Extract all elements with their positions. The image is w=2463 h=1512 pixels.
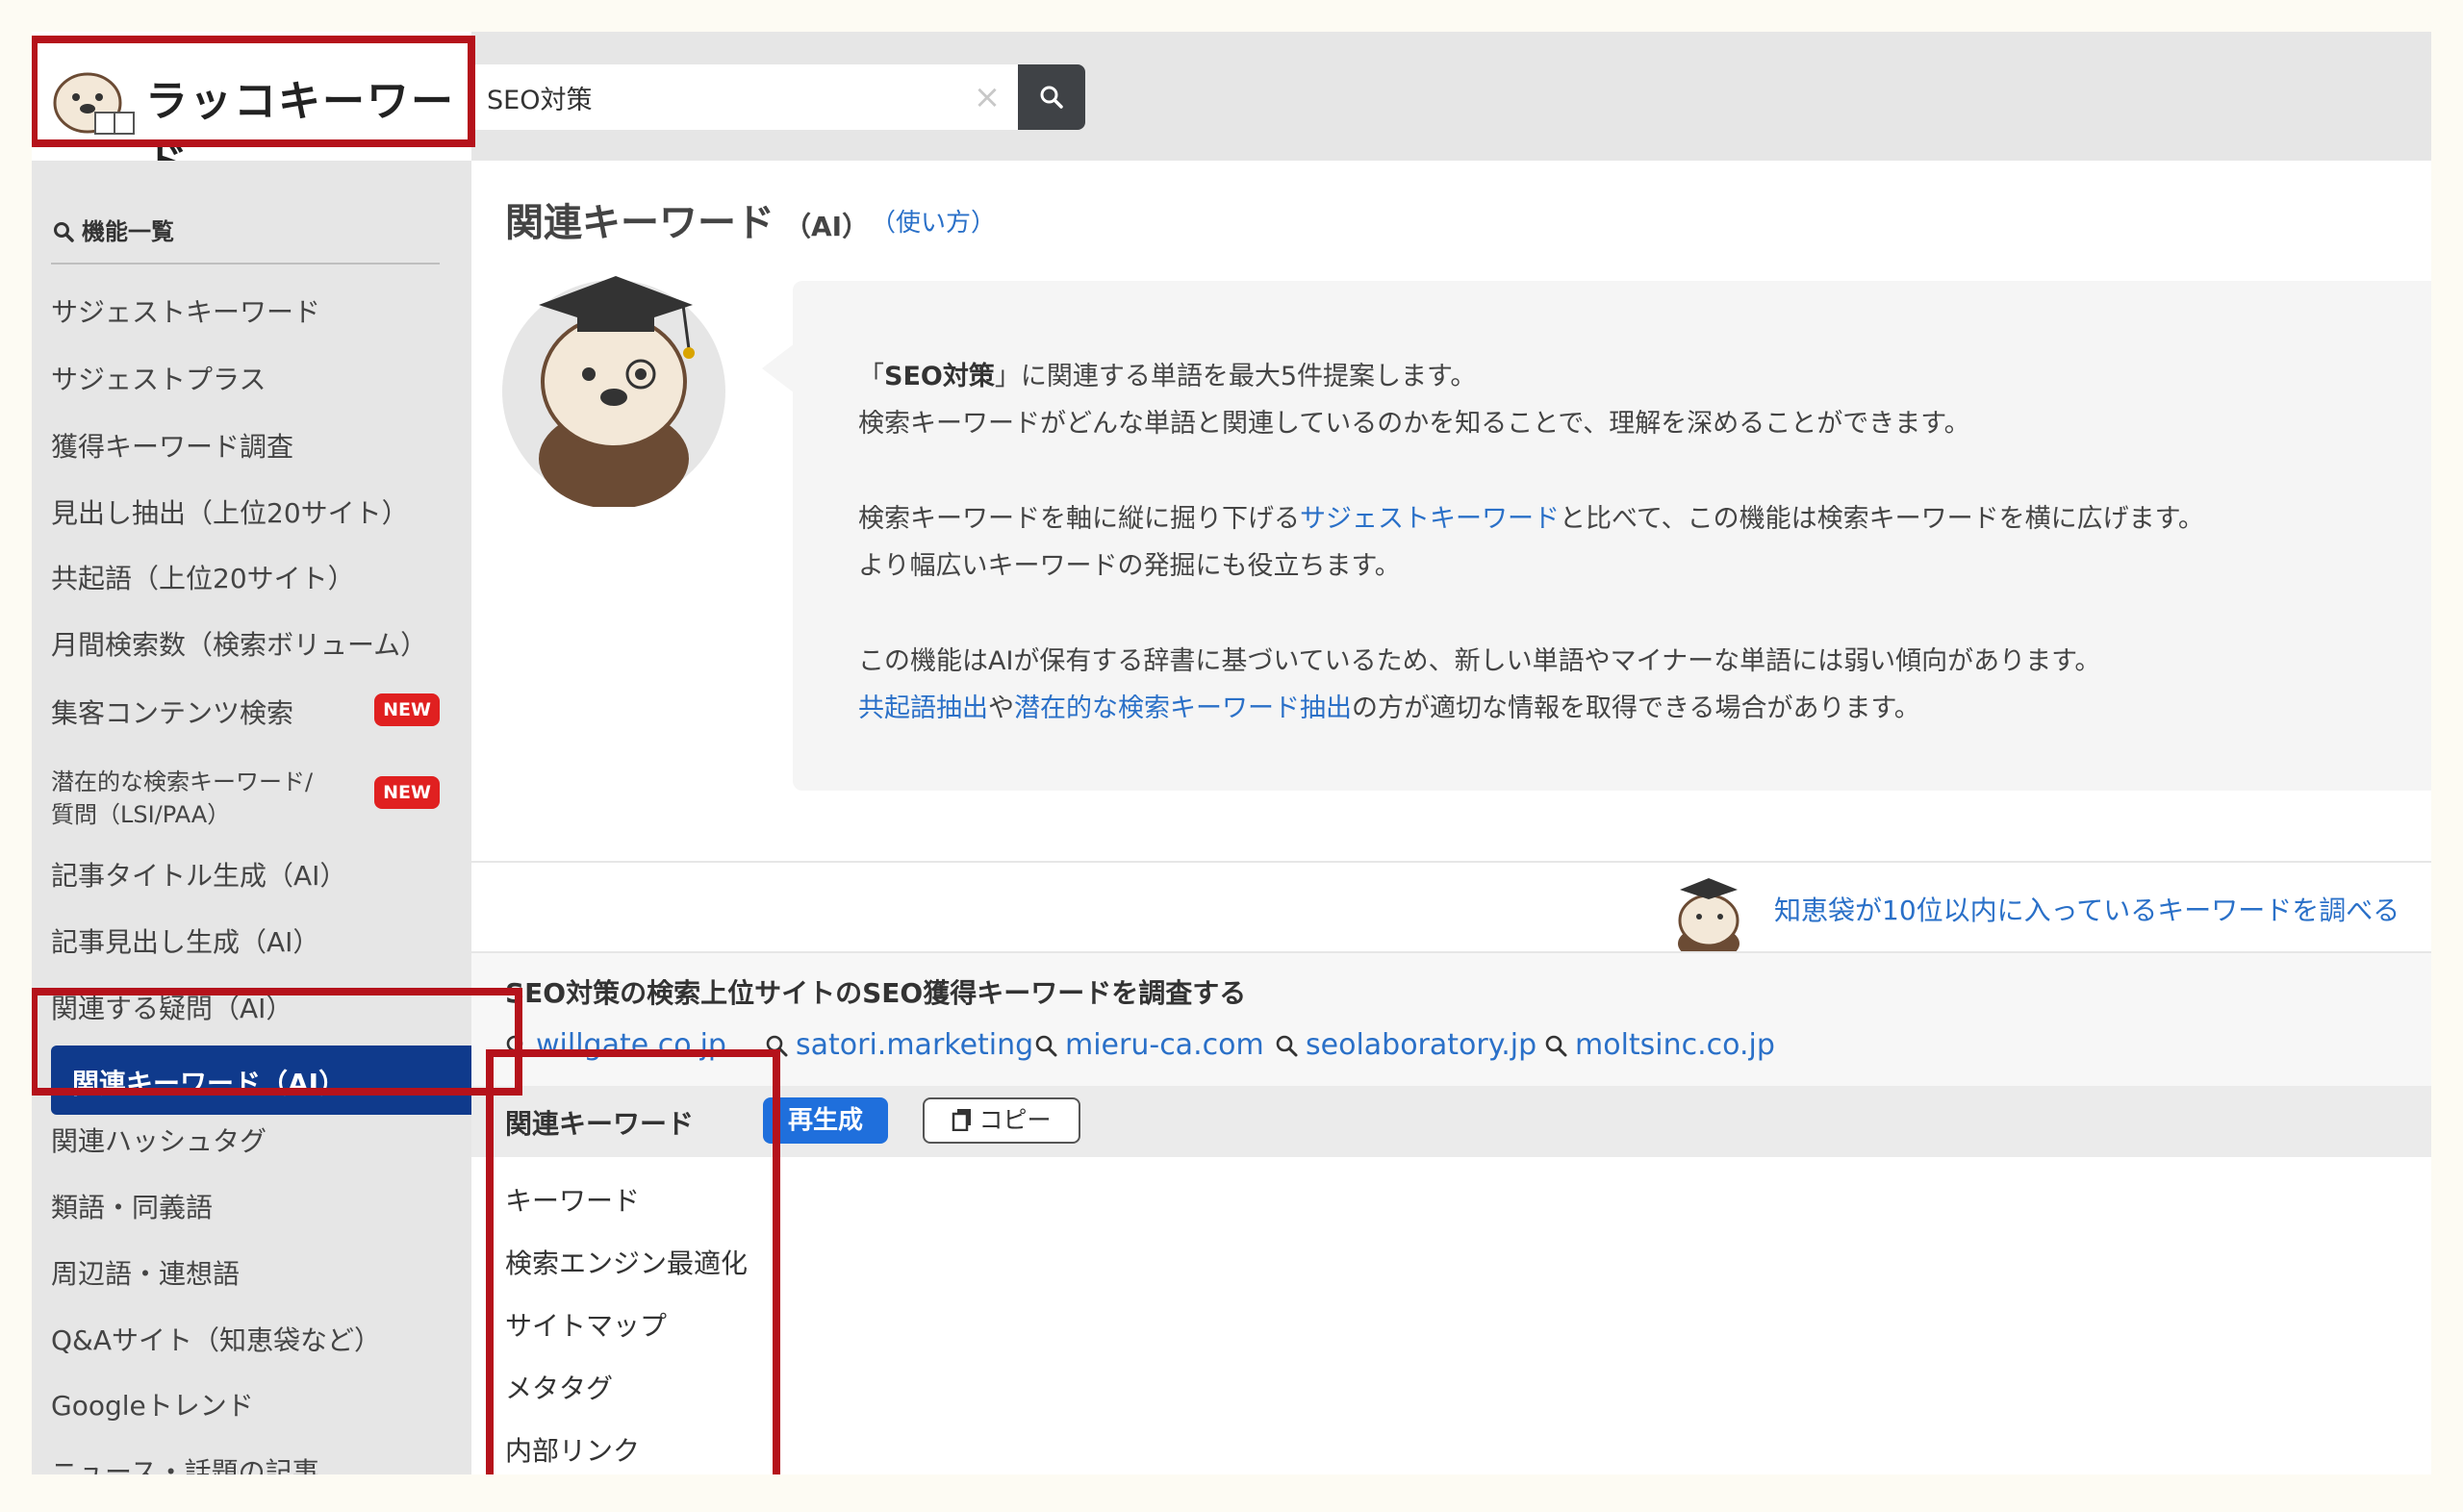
search-icon [1035, 1035, 1057, 1057]
sidebar-item-title-gen[interactable]: 記事タイトル生成（AI） [51, 855, 346, 894]
search-icon [1040, 86, 1063, 109]
info-line: より幅広いキーワードの発掘にも役立ちます。 [858, 551, 1401, 581]
sidebar-item-synonyms[interactable]: 類語・同義語 [51, 1187, 213, 1225]
sidebar-item-cooccurrence[interactable]: 共起語（上位20サイト） [51, 558, 355, 596]
sidebar-item-suggest[interactable]: サジェストキーワード [51, 291, 320, 330]
sidebar-title: 機能一覧 [53, 213, 174, 246]
strip-title: SEO対策の検索上位サイトのSEO獲得キーワードを調査する [505, 977, 1247, 1009]
info-line: この機能はAIが保有する辞書に基づいているため、新しい単語やマイナーな単語には弱… [858, 646, 2101, 676]
app-window: ラッコキーワード × 機能一覧 サジェストキーワード サジェストプラス 獲得キー… [32, 32, 2431, 1474]
latent-keyword-link[interactable]: 潜在的な検索キーワード抽出 [1014, 693, 1352, 723]
sidebar-item-content-search[interactable]: 集客コンテンツ検索 [51, 693, 293, 731]
sidebar-title-label: 機能一覧 [82, 218, 174, 245]
sidebar-item-google-trends[interactable]: Googleトレンド [51, 1385, 254, 1424]
sidebar-item-search-volume[interactable]: 月間検索数（検索ボリューム） [51, 624, 427, 663]
new-badge: NEW [374, 693, 440, 726]
page-title-suffix: （AI） [784, 211, 870, 242]
copy-label: コピー [978, 1106, 1052, 1134]
highlight-box-logo [32, 36, 475, 147]
sidebar: 機能一覧 サジェストキーワード サジェストプラス 獲得キーワード調査 見出し抽出… [32, 161, 471, 1474]
domain-link[interactable]: moltsinc.co.jp [1544, 1028, 1775, 1062]
sidebar-item-qa-sites[interactable]: Q&Aサイト（知恵袋など） [51, 1320, 381, 1358]
info-box: 「SEO対策」に関連する単語を最大5件提案します。 検索キーワードがどんな単語と… [793, 281, 2431, 791]
sidebar-item-lsi-paa[interactable]: 潜在的な検索キーワード/ [51, 763, 313, 796]
search-button[interactable] [1018, 64, 1085, 130]
sidebar-item-associations[interactable]: 周辺語・連想語 [51, 1253, 240, 1292]
speech-bubble-arrow [762, 343, 795, 393]
highlight-box-active-nav [32, 988, 522, 1096]
search-icon [1545, 1035, 1567, 1057]
chiebukuro-link[interactable]: 知恵袋が10位以内に入っているキーワードを調べる [1774, 890, 2400, 928]
info-line: 共起語抽出や潜在的な検索キーワード抽出の方が適切な情報を取得できる場合があります… [858, 693, 1920, 723]
domain-link[interactable]: seolaboratory.jp [1275, 1028, 1536, 1062]
search-icon [1276, 1035, 1298, 1057]
divider [471, 861, 2431, 863]
sidebar-item-news[interactable]: ニュース・話題の記事 [51, 1451, 319, 1474]
sidebar-item-lsi-paa-line2[interactable]: 質問（LSI/PAA） [51, 795, 230, 829]
domain-link[interactable]: mieru-ca.com [1034, 1028, 1264, 1062]
search-box: × [471, 64, 1018, 130]
search-input[interactable] [471, 64, 962, 130]
sidebar-item-suggest-plus[interactable]: サジェストプラス [51, 359, 266, 397]
cooccurrence-link[interactable]: 共起語抽出 [858, 693, 988, 723]
sidebar-item-acquired-keywords[interactable]: 獲得キーワード調査 [51, 426, 293, 465]
domain-link[interactable]: satori.marketing [765, 1028, 1033, 1062]
professor-otter-icon [502, 276, 725, 507]
highlight-box-keywords [486, 1049, 780, 1474]
info-line: 検索キーワードがどんな単語と関連しているのかを知ることで、理解を深めることができ… [858, 409, 1970, 439]
info-line: 検索キーワードを軸に縦に掘り下げるサジェストキーワードと比べて、この機能は検索キ… [858, 504, 2204, 534]
otter-icon [1678, 878, 1739, 961]
page-title-text: 関連キーワード [505, 201, 774, 245]
suggest-keyword-link[interactable]: サジェストキーワード [1300, 504, 1560, 534]
copy-icon [952, 1109, 972, 1132]
search-icon [54, 222, 74, 242]
page-title: 関連キーワード （AI） [505, 191, 869, 247]
regenerate-button[interactable]: 再生成 [763, 1097, 888, 1144]
usage-link[interactable]: （使い方） [871, 203, 996, 239]
sidebar-item-heading-gen[interactable]: 記事見出し生成（AI） [51, 921, 319, 960]
sidebar-item-headings[interactable]: 見出し抽出（上位20サイト） [51, 492, 409, 531]
info-line: 「SEO対策」に関連する単語を最大5件提案します。 [858, 362, 1477, 391]
new-badge: NEW [374, 776, 440, 809]
copy-button[interactable]: コピー [923, 1097, 1080, 1144]
sidebar-item-hashtags[interactable]: 関連ハッシュタグ [51, 1121, 267, 1159]
divider [51, 263, 440, 265]
clear-icon[interactable]: × [970, 78, 1004, 116]
